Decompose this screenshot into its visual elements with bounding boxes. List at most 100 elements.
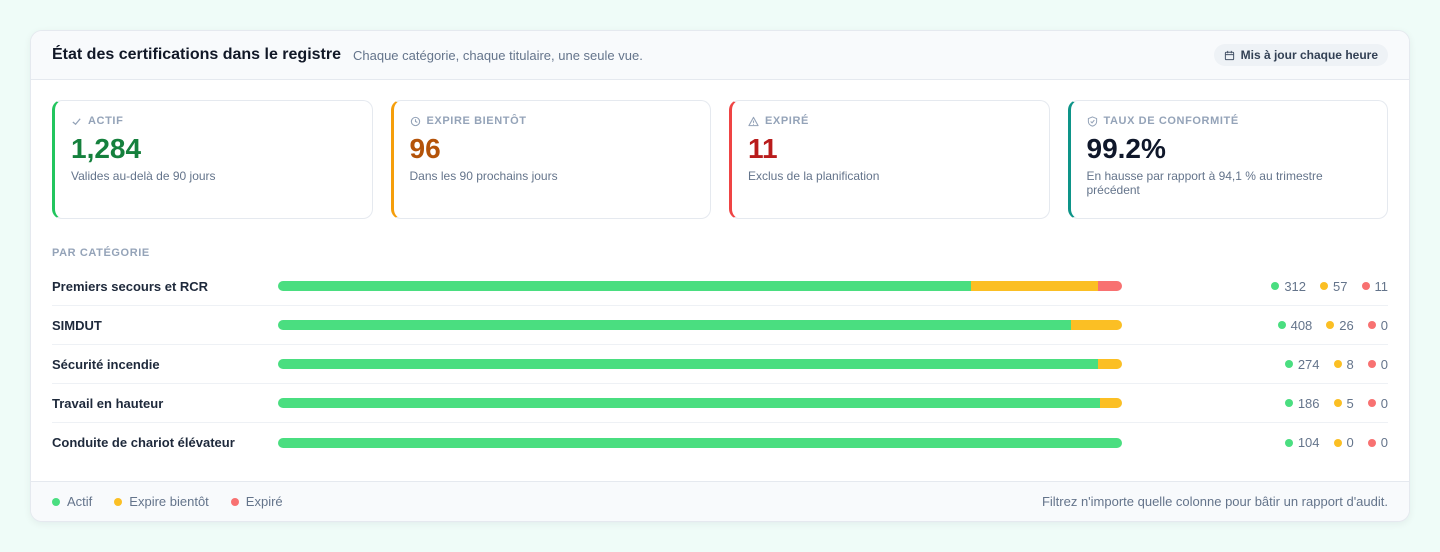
legend-label-expired: Expiré <box>245 494 283 509</box>
count-expired: 0 <box>1367 356 1388 372</box>
bar-segment-active <box>278 281 971 291</box>
count-active: 312 <box>1271 279 1306 294</box>
category-bar <box>278 437 1122 448</box>
bar-segment-active <box>278 359 1099 369</box>
stat-label: ACTIF <box>88 115 124 127</box>
count-dot-soon <box>1333 399 1342 407</box>
shield-icon <box>1087 115 1097 127</box>
legend-item-soon: Expire bientôt <box>114 494 209 509</box>
category-counts: 408 26 0 <box>1277 317 1388 333</box>
bar-segment-active <box>278 320 1072 330</box>
count-dot-expired <box>1367 438 1376 447</box>
category-counts: 104 0 0 <box>1284 435 1388 450</box>
count-value-active: 274 <box>1297 356 1320 372</box>
category-counts: 186 5 0 <box>1284 395 1388 411</box>
bar-segment-soon <box>1098 359 1122 369</box>
page-subtitle: Chaque catégorie, chaque titulaire, une … <box>353 47 643 63</box>
count-expired: 0 <box>1367 435 1388 450</box>
count-value-expired: 0 <box>1380 356 1388 372</box>
stat-label: TAUX DE CONFORMITÉ <box>1103 115 1239 127</box>
stat-value: 96 <box>409 133 441 164</box>
count-dot-soon <box>1333 360 1342 368</box>
count-dot-soon <box>1326 321 1335 329</box>
stat-card-compliance: TAUX DE CONFORMITÉ 99.2% En hausse par r… <box>1067 100 1388 219</box>
count-dot-soon <box>1320 282 1329 290</box>
count-value-active: 104 <box>1297 435 1320 450</box>
count-expired: 0 <box>1367 317 1388 333</box>
category-row: Conduite de chariot élévateur 104 0 0 <box>52 423 1388 462</box>
category-name: Conduite de chariot élévateur <box>52 435 235 450</box>
card-header: État des certifications dans le registre… <box>31 31 1409 80</box>
category-counts: 274 8 0 <box>1284 356 1388 372</box>
stat-label: EXPIRÉ <box>765 115 809 127</box>
category-row: Travail en hauteur 186 5 0 <box>52 384 1388 423</box>
stat-label: EXPIRE BIENTÔT <box>426 115 527 127</box>
legend-item-active: Actif <box>52 494 92 509</box>
category-name: SIMDUT <box>52 317 102 333</box>
warning-icon <box>748 116 759 126</box>
update-badge-label: Mis à jour chaque heure <box>1240 48 1378 62</box>
count-value-active: 312 <box>1284 278 1307 294</box>
stat-value: 11 <box>748 133 778 164</box>
legend-label-active: Actif <box>67 494 93 509</box>
calendar-icon <box>1224 50 1234 60</box>
count-expired: 0 <box>1367 396 1388 411</box>
clock-icon <box>410 116 420 126</box>
count-soon: 57 <box>1320 278 1348 294</box>
count-value-soon: 5 <box>1346 395 1354 411</box>
update-badge: Mis à jour chaque heure <box>1213 44 1388 66</box>
bar-segment-expired <box>1097 281 1122 291</box>
category-counts: 312 57 11 <box>1271 279 1388 294</box>
legend-item-expired: Expiré <box>230 494 283 509</box>
count-soon: 5 <box>1333 395 1354 411</box>
stat-desc: Valides au-delà de 90 jours <box>71 169 216 183</box>
count-dot-expired <box>1367 399 1376 407</box>
category-bar <box>278 320 1122 330</box>
stat-card-active: ACTIF 1,284 Valides au-delà de 90 jours <box>52 100 373 219</box>
stat-value: 1,284 <box>71 133 142 164</box>
bar-segment-active <box>278 398 1100 408</box>
count-value-soon: 26 <box>1339 317 1354 333</box>
count-dot-soon <box>1333 438 1342 447</box>
category-bar <box>278 281 1122 291</box>
stat-desc: Dans les 90 prochains jours <box>409 169 558 183</box>
count-value-expired: 0 <box>1380 317 1388 333</box>
count-active: 186 <box>1284 395 1320 411</box>
count-value-soon: 0 <box>1346 435 1354 450</box>
count-value-active: 186 <box>1297 395 1320 411</box>
count-value-soon: 8 <box>1346 356 1354 372</box>
stat-card-expiring: EXPIRE BIENTÔT 96 Dans les 90 prochains … <box>390 100 711 219</box>
footer-note: Filtrez n'importe quelle colonne pour bâ… <box>1041 494 1388 509</box>
category-row: Sécurité incendie 274 8 0 <box>52 345 1388 384</box>
category-row: Premiers secours et RCR 312 57 11 <box>52 267 1388 306</box>
category-bar <box>278 398 1122 408</box>
count-expired: 11 <box>1361 278 1389 294</box>
count-value-soon: 57 <box>1333 278 1348 294</box>
stat-desc: Exclus de la planification <box>748 169 880 183</box>
section-label: PAR CATÉGORIE <box>52 247 150 259</box>
stat-value: 99.2% <box>1086 133 1166 164</box>
count-soon: 0 <box>1333 435 1354 450</box>
count-dot-expired <box>1361 282 1370 290</box>
count-dot-active <box>1271 282 1280 290</box>
count-dot-expired <box>1367 360 1376 368</box>
category-list: Premiers secours et RCR 312 57 11 SIMDUT 408 2… <box>52 267 1388 462</box>
bar-segment-active <box>278 437 1122 448</box>
certification-status-card: État des certifications dans le registre… <box>30 30 1410 522</box>
count-value-active: 408 <box>1290 317 1313 333</box>
count-dot-active <box>1284 438 1293 447</box>
category-name: Premiers secours et RCR <box>52 278 209 294</box>
legend-dot-active <box>52 497 60 506</box>
count-soon: 8 <box>1333 356 1354 372</box>
stat-card-expired: EXPIRÉ 11 Exclus de la planification <box>729 100 1050 219</box>
legend-dot-soon <box>114 497 123 506</box>
card-footer: Actif Expire bientôt Expiré Filtrez n'im… <box>31 481 1409 521</box>
count-value-expired: 11 <box>1374 278 1389 294</box>
bar-segment-soon <box>1099 398 1122 408</box>
count-active: 104 <box>1284 435 1320 450</box>
stats-row: ACTIF 1,284 Valides au-delà de 90 jours … <box>52 100 1388 219</box>
stat-desc: En hausse par rapport à 94,1 % au trimes… <box>1086 169 1323 197</box>
count-active: 274 <box>1284 356 1320 372</box>
bar-segment-soon <box>970 281 1098 291</box>
page-title: État des certifications dans le registre <box>52 46 341 63</box>
